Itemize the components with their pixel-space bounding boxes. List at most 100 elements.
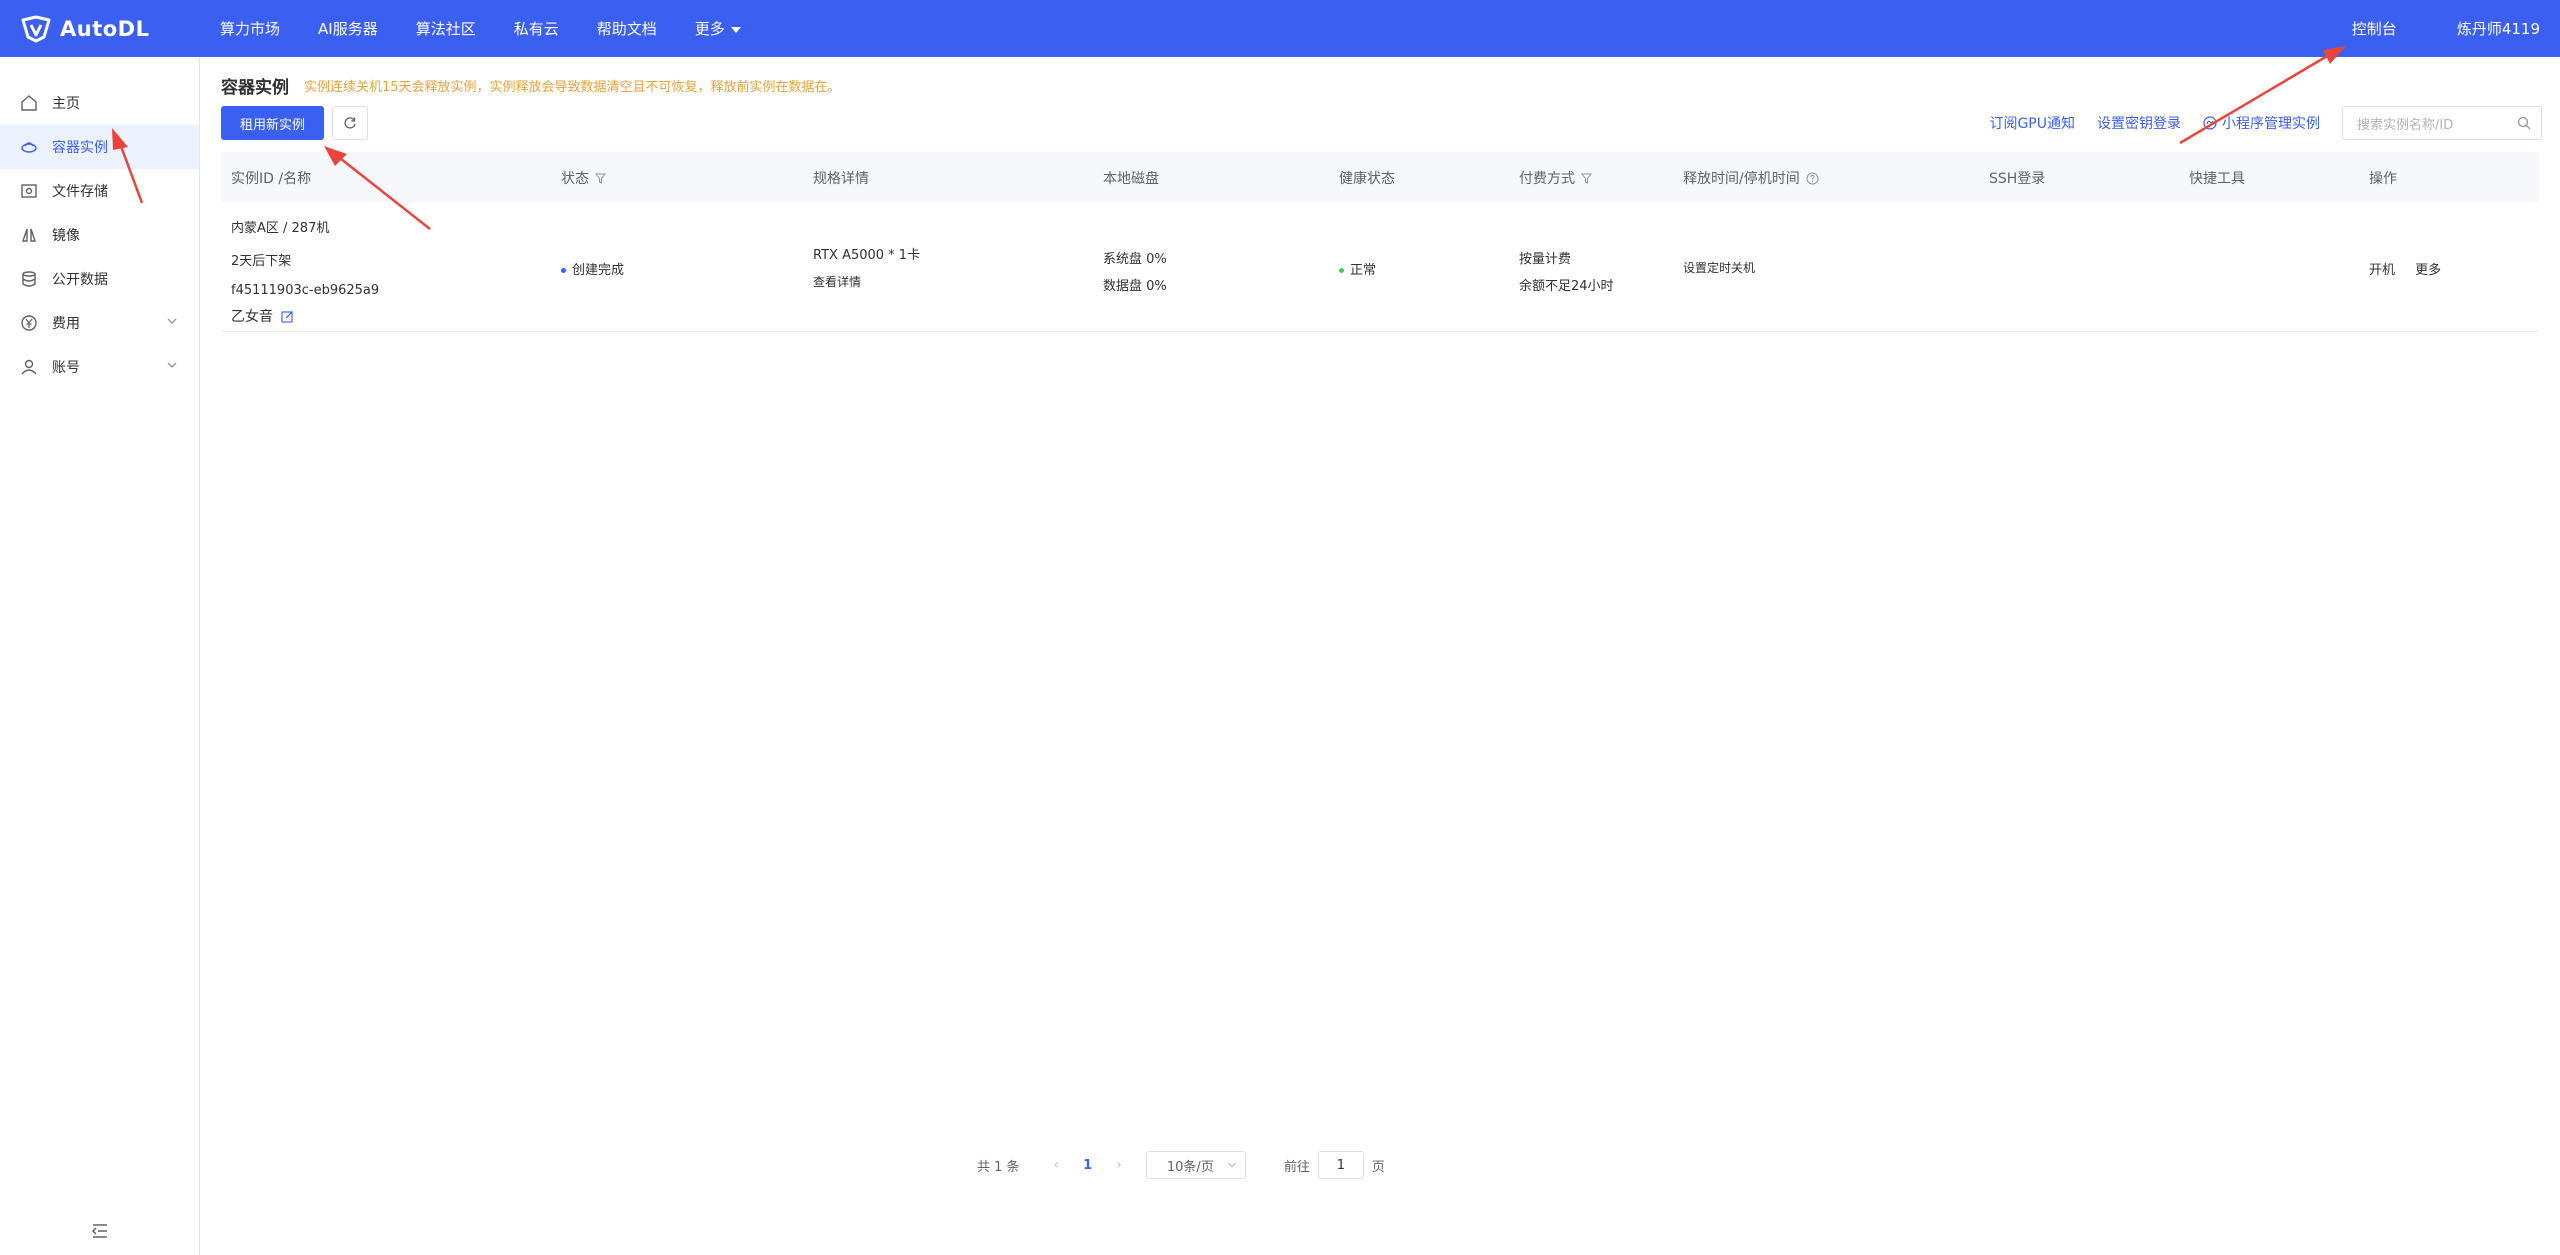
header-billing[interactable]: 付费方式 bbox=[1519, 168, 1592, 188]
header-release: 释放时间/停机时间 bbox=[1683, 168, 1819, 188]
balance-warning: 余额不足24小时 bbox=[1519, 279, 1614, 294]
schedule-shutdown-link[interactable]: 设置定时关机 bbox=[1683, 259, 1755, 276]
sidebar-item-containers[interactable]: 容器实例 bbox=[0, 125, 199, 169]
search-icon bbox=[2517, 116, 2531, 130]
collapse-sidebar-icon[interactable] bbox=[90, 1221, 110, 1241]
header-status[interactable]: 状态 bbox=[561, 168, 606, 188]
storage-icon bbox=[20, 182, 38, 200]
refresh-button[interactable] bbox=[332, 106, 368, 140]
nav-item-community[interactable]: 算法社区 bbox=[416, 18, 476, 39]
sidebar-item-account[interactable]: 账号 bbox=[0, 345, 199, 389]
toolbar-links: 订阅GPU通知 设置密钥登录 小程序管理实例 搜索实例名称/ID bbox=[1989, 106, 2560, 140]
page-size-select[interactable]: 10条/页 bbox=[1145, 1151, 1246, 1179]
chevron-down-icon bbox=[1227, 1162, 1237, 1168]
search-placeholder: 搜索实例名称/ID bbox=[2357, 117, 2454, 133]
prev-page-icon[interactable]: ‹ bbox=[1054, 1157, 1060, 1173]
status-dot bbox=[561, 268, 566, 273]
sidebar: 主页 容器实例 文件存储 镜像 公开数据 费用 账号 bbox=[0, 57, 200, 1255]
goto-page-input[interactable]: 1 bbox=[1317, 1151, 1364, 1179]
goto-label: 前往 bbox=[1283, 1159, 1310, 1175]
user-menu[interactable]: 炼丹师4119 bbox=[2457, 18, 2540, 39]
sidebar-item-label: 账号 bbox=[52, 360, 80, 376]
instance-table: 实例ID /名称 状态 规格详情 本地磁盘 健康状态 付费方式 释放时间/停机时… bbox=[221, 152, 2539, 332]
table-header: 实例ID /名称 状态 规格详情 本地磁盘 健康状态 付费方式 释放时间/停机时… bbox=[221, 152, 2539, 202]
home-icon bbox=[20, 94, 38, 112]
page-jump: 前往 1 页 bbox=[1284, 1151, 1385, 1179]
brand-name: AutoDL bbox=[60, 17, 150, 41]
start-button[interactable]: 开机 bbox=[2369, 263, 2395, 278]
release-notice: 实例连续关机15天会释放实例，实例释放会导致数据清空且不可恢复，释放前实例在数据… bbox=[304, 80, 841, 95]
data-disk: 数据盘 0% bbox=[1103, 279, 1167, 294]
user-icon bbox=[20, 358, 38, 376]
refresh-icon bbox=[344, 117, 356, 129]
header-billing-label: 付费方式 bbox=[1519, 171, 1575, 187]
status-text: 创建完成 bbox=[572, 263, 625, 278]
sidebar-item-public-data[interactable]: 公开数据 bbox=[0, 257, 199, 301]
billing-cell: 按量计费 余额不足24小时 bbox=[1519, 248, 1614, 294]
current-page[interactable]: 1 bbox=[1083, 1158, 1092, 1173]
edit-icon[interactable] bbox=[281, 310, 294, 323]
nav-item-docs[interactable]: 帮助文档 bbox=[597, 18, 657, 39]
health-text: 正常 bbox=[1350, 263, 1377, 278]
logo[interactable]: AutoDL bbox=[20, 14, 149, 44]
header-release-label: 释放时间/停机时间 bbox=[1683, 171, 1800, 187]
pagination-total: 共 1 条 bbox=[977, 1159, 1020, 1175]
nav-item-private-cloud[interactable]: 私有云 bbox=[514, 18, 559, 39]
nav-item-ai-server[interactable]: AI服务器 bbox=[318, 18, 378, 39]
mini-program-link[interactable]: 小程序管理实例 bbox=[2203, 113, 2320, 133]
spec-cell: RTX A5000 * 1卡 查看详情 bbox=[813, 244, 920, 290]
system-disk: 系统盘 0% bbox=[1103, 252, 1167, 267]
next-page-icon[interactable]: › bbox=[1116, 1157, 1122, 1173]
console-link[interactable]: 控制台 bbox=[2352, 18, 2397, 39]
status-cell: 创建完成 bbox=[561, 259, 624, 278]
more-actions-button[interactable]: 更多 bbox=[2415, 263, 2441, 278]
page-suffix: 页 bbox=[1371, 1159, 1385, 1175]
container-icon bbox=[20, 138, 38, 156]
sidebar-item-home[interactable]: 主页 bbox=[0, 81, 199, 125]
header-actions: 操作 bbox=[2369, 171, 2397, 187]
page-size-value: 10条/页 bbox=[1166, 1159, 1214, 1175]
mini-program-icon bbox=[2203, 116, 2217, 130]
sidebar-item-label: 费用 bbox=[52, 316, 80, 332]
header-ssh: SSH登录 bbox=[1989, 171, 2046, 187]
sidebar-item-storage[interactable]: 文件存储 bbox=[0, 169, 199, 213]
region-link[interactable]: 内蒙A区 / 287机 bbox=[231, 217, 379, 236]
ssh-key-link[interactable]: 设置密钥登录 bbox=[2097, 113, 2181, 133]
database-icon bbox=[20, 270, 38, 288]
sidebar-item-label: 容器实例 bbox=[52, 140, 108, 156]
help-icon[interactable] bbox=[1806, 172, 1819, 185]
image-icon bbox=[20, 226, 38, 244]
header-id: 实例ID /名称 bbox=[231, 171, 312, 187]
top-navbar: AutoDL 算力市场 AI服务器 算法社区 私有云 帮助文档 更多 控制台 炼… bbox=[0, 0, 2560, 57]
billing-type: 按量计费 bbox=[1519, 252, 1572, 267]
nav-more-label: 更多 bbox=[694, 20, 725, 38]
nav-item-more[interactable]: 更多 bbox=[695, 18, 741, 39]
health-cell: 正常 bbox=[1339, 259, 1376, 278]
instance-name: 乙女音 bbox=[231, 306, 379, 326]
mini-program-label: 小程序管理实例 bbox=[2222, 116, 2320, 132]
sidebar-item-label: 镜像 bbox=[52, 228, 80, 244]
top-right-menu: 控制台 炼丹师4119 bbox=[2352, 0, 2540, 57]
disk-cell: 系统盘 0% 数据盘 0% bbox=[1103, 248, 1167, 294]
header-disk: 本地磁盘 bbox=[1103, 171, 1159, 187]
chevron-down-icon bbox=[167, 318, 177, 324]
search-input[interactable]: 搜索实例名称/ID bbox=[2342, 106, 2542, 140]
view-details-link[interactable]: 查看详情 bbox=[813, 273, 920, 290]
filter-icon[interactable] bbox=[1581, 173, 1592, 184]
instance-id: f45111903c-eb9625a9 bbox=[231, 283, 380, 298]
sidebar-item-billing[interactable]: 费用 bbox=[0, 301, 199, 345]
main-nav: 算力市场 AI服务器 算法社区 私有云 帮助文档 更多 bbox=[220, 0, 779, 57]
sidebar-item-label: 文件存储 bbox=[52, 184, 108, 200]
create-instance-button[interactable]: 租用新实例 bbox=[221, 106, 324, 140]
header-health: 健康状态 bbox=[1339, 171, 1395, 187]
pagination: 共 1 条 ‹ 1 › 10条/页 前往 1 页 bbox=[977, 1150, 1385, 1180]
chevron-down-icon bbox=[167, 362, 177, 368]
table-row: 内蒙A区 / 287机 2天后下架 f45111903c-eb9625a9 乙女… bbox=[221, 202, 2539, 332]
gpu-spec: RTX A5000 * 1卡 bbox=[813, 248, 921, 263]
autodl-logo-icon bbox=[21, 15, 51, 43]
filter-icon[interactable] bbox=[595, 173, 606, 184]
main-content: 容器实例 实例连续关机15天会释放实例，实例释放会导致数据清空且不可恢复，释放前… bbox=[200, 57, 2560, 1255]
gpu-notice-link[interactable]: 订阅GPU通知 bbox=[1989, 113, 2075, 133]
nav-item-market[interactable]: 算力市场 bbox=[220, 18, 280, 39]
sidebar-item-images[interactable]: 镜像 bbox=[0, 213, 199, 257]
